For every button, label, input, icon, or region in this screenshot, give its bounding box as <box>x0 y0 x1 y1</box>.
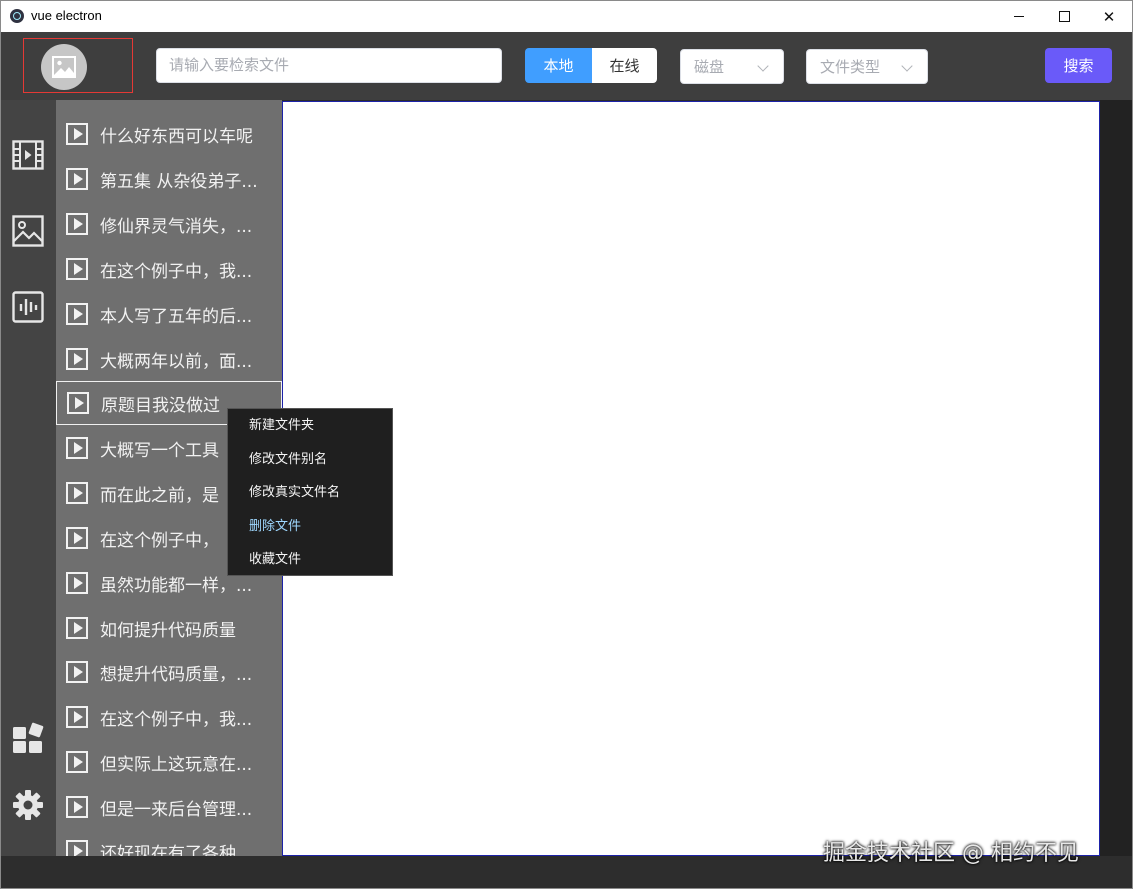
image-placeholder-icon <box>52 56 76 78</box>
file-name: 本人写了五年的后... <box>100 306 253 327</box>
list-item[interactable]: 什么好东西可以车呢 <box>56 112 282 156</box>
list-item[interactable]: 如何提升代码质量 <box>56 606 282 650</box>
window-title: vue electron <box>31 8 102 23</box>
list-item[interactable]: 修仙界灵气消失，... <box>56 202 282 246</box>
list-item[interactable]: 本人写了五年的后... <box>56 292 282 336</box>
video-file-icon <box>66 572 88 594</box>
menu-item-rename-alias[interactable]: 修改文件别名 <box>228 449 392 483</box>
video-file-icon <box>66 617 88 639</box>
chevron-down-icon <box>757 60 769 72</box>
file-name: 如何提升代码质量 <box>100 620 236 641</box>
icon-sidebar <box>1 100 56 856</box>
avatar[interactable] <box>41 44 87 90</box>
menu-item-rename-real[interactable]: 修改真实文件名 <box>228 482 392 516</box>
file-name: 但是一来后台管理... <box>100 799 253 820</box>
video-file-icon <box>66 706 88 728</box>
video-file-icon <box>66 437 88 459</box>
audio-icon <box>12 291 44 323</box>
file-name: 第五集 从杂役弟子... <box>100 171 258 192</box>
video-file-icon <box>66 482 88 504</box>
video-file-icon <box>66 258 88 280</box>
nav-settings[interactable] <box>11 788 45 822</box>
disk-select-placeholder: 磁盘 <box>694 58 725 76</box>
source-local-button[interactable]: 本地 <box>525 48 592 83</box>
maximize-button[interactable] <box>1041 1 1087 32</box>
video-file-icon <box>66 168 88 190</box>
source-online-button[interactable]: 在线 <box>592 48 657 83</box>
image-icon <box>12 215 44 247</box>
file-type-select[interactable]: 文件类型 <box>806 49 928 84</box>
file-type-select-placeholder: 文件类型 <box>820 58 881 76</box>
settings-icon <box>13 790 43 820</box>
list-item[interactable]: 想提升代码质量，... <box>56 650 282 694</box>
list-item[interactable]: 但是一来后台管理... <box>56 785 282 829</box>
video-file-icon <box>66 303 88 325</box>
list-item[interactable]: 但实际上这玩意在... <box>56 740 282 784</box>
file-name: 大概两年以前，面... <box>100 351 253 372</box>
video-file-icon <box>66 751 88 773</box>
video-file-icon <box>66 527 88 549</box>
video-file-icon <box>66 348 88 370</box>
disk-select[interactable]: 磁盘 <box>680 49 784 84</box>
nav-audio[interactable] <box>11 290 45 324</box>
avatar-container[interactable] <box>23 38 133 93</box>
electron-logo-icon <box>10 9 24 23</box>
list-item[interactable]: 在这个例子中，我... <box>56 247 282 291</box>
video-icon <box>12 140 44 170</box>
close-button[interactable]: ✕ <box>1086 1 1132 32</box>
title-bar: vue electron ✕ <box>1 1 1132 32</box>
right-panel <box>1100 100 1132 856</box>
nav-image[interactable] <box>11 214 45 248</box>
header-toolbar: 本地 在线 磁盘 文件类型 搜索 <box>1 32 1132 100</box>
file-name: 还好现在有了各种 <box>100 843 236 857</box>
list-item[interactable]: 还好现在有了各种 <box>56 829 282 856</box>
apps-icon <box>13 722 44 753</box>
menu-item-delete-file[interactable]: 删除文件 <box>228 516 392 550</box>
file-name: 在这个例子中，我... <box>100 709 253 730</box>
context-menu: 新建文件夹 修改文件别名 修改真实文件名 删除文件 收藏文件 <box>227 408 393 576</box>
minimize-button[interactable] <box>996 1 1042 32</box>
file-name: 但实际上这玩意在... <box>100 754 253 775</box>
file-name: 什么好东西可以车呢 <box>100 126 253 147</box>
video-file-icon <box>66 661 88 683</box>
search-input[interactable] <box>156 48 502 83</box>
nav-apps[interactable] <box>11 721 45 755</box>
content-area <box>282 101 1100 856</box>
app-window: vue electron ✕ 本地 在线 磁盘 文件类型 搜索 <box>0 0 1133 889</box>
search-button[interactable]: 搜索 <box>1045 48 1112 83</box>
file-name: 修仙界灵气消失，... <box>100 216 253 237</box>
list-item[interactable]: 大概两年以前，面... <box>56 337 282 381</box>
list-item[interactable]: 第五集 从杂役弟子... <box>56 157 282 201</box>
file-name: 想提升代码质量，... <box>100 664 253 685</box>
menu-item-favorite-file[interactable]: 收藏文件 <box>228 549 392 583</box>
list-item[interactable]: 在这个例子中，我... <box>56 695 282 739</box>
video-file-icon <box>66 840 88 856</box>
video-file-icon <box>67 392 89 414</box>
video-file-icon <box>66 796 88 818</box>
video-file-icon <box>66 123 88 145</box>
watermark: 掘金技术社区 @ 相约不见 <box>823 841 1079 866</box>
video-file-icon <box>66 213 88 235</box>
chevron-down-icon <box>901 60 913 72</box>
file-name: 在这个例子中，我... <box>100 261 253 282</box>
nav-video[interactable] <box>11 138 45 172</box>
menu-item-new-folder[interactable]: 新建文件夹 <box>228 415 392 449</box>
